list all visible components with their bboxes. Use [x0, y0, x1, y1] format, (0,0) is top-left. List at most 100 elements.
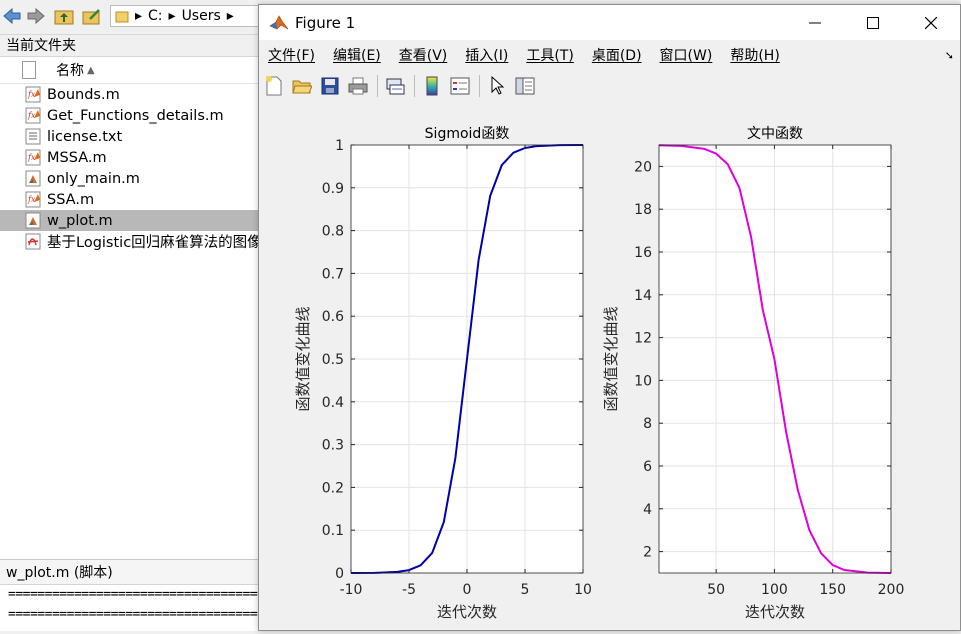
details-header: w_plot.m (脚本) [0, 559, 260, 585]
y-tick-label: 0.7 [322, 266, 344, 282]
dock-arrow-icon[interactable]: ➘ [945, 49, 954, 62]
path-segment[interactable]: C: [148, 8, 163, 24]
file-name: Bounds.m [47, 86, 120, 103]
save-icon[interactable] [319, 75, 341, 97]
legend-icon[interactable] [449, 75, 471, 97]
y-tick-label: 0.2 [322, 480, 344, 496]
y-tick-label: 10 [634, 373, 652, 389]
address-bar[interactable]: ▸ C: ▸ Users ▸ [110, 5, 270, 27]
x-tick-label: 0 [463, 582, 472, 598]
path-separator-icon: ▸ [226, 8, 234, 24]
figure-title-bar[interactable]: Figure 1 [259, 5, 960, 40]
details-line: ==================================== [8, 587, 260, 602]
name-column-header[interactable]: 名称 ▲ [0, 57, 260, 84]
menu-desktop[interactable]: 桌面(D) [592, 45, 642, 65]
file-name: SSA.m [47, 191, 95, 208]
forward-arrow-icon[interactable] [26, 6, 46, 26]
file-row[interactable]: only_main.m [0, 168, 260, 189]
path-segment[interactable]: Users [182, 8, 221, 24]
toolbar-separator [377, 75, 378, 97]
sort-ascending-icon: ▲ [87, 64, 95, 76]
svg-text:fx: fx [27, 153, 36, 162]
y-tick-label: 4 [643, 502, 652, 518]
y-tick-label: 1 [335, 138, 344, 154]
y-tick-label: 12 [634, 331, 652, 347]
x-tick-label: 5 [521, 582, 530, 598]
file-name: Get_Functions_details.m [47, 107, 224, 124]
x-axis-label: 迭代次数 [745, 603, 805, 621]
axes-2[interactable]: 50 100 150 200 2 4 6 8 10 12 14 16 18 20 文中函数迭代次数 函数值变化… [602, 126, 904, 621]
file-row[interactable]: license.txt [0, 126, 260, 147]
menu-edit[interactable]: 编辑(E) [333, 45, 381, 65]
menu-view[interactable]: 查看(V) [399, 45, 448, 65]
y-tick-label: 0.1 [322, 523, 344, 539]
y-tick-label: 0.8 [322, 224, 344, 240]
folder-icon [115, 11, 129, 23]
menu-tools[interactable]: 工具(T) [526, 45, 573, 65]
chart-title: Sigmoid函数 [425, 126, 510, 142]
file-row[interactable]: 基于Logistic回归麻雀算法的图像 [0, 231, 260, 252]
script-file-icon [25, 170, 41, 187]
plots-canvas: -10 -5 0 5 1000.10.20.30.40.50.60.70.80.91Si… [294, 126, 904, 621]
y-axis-label: 函数值变化曲线 [602, 306, 620, 411]
function-file-icon: fx [25, 107, 41, 124]
svg-text:fx: fx [27, 90, 36, 99]
menu-window[interactable]: 窗口(W) [660, 45, 713, 65]
file-type-column-icon [22, 61, 36, 79]
file-row[interactable]: fx Get_Functions_details.m [0, 105, 260, 126]
y-tick-label: 0.5 [322, 352, 344, 368]
file-row[interactable]: fx Bounds.m [0, 84, 260, 105]
toolbar-separator [479, 75, 480, 97]
file-name: 基于Logistic回归麻雀算法的图像 [47, 235, 260, 251]
script-file-icon [25, 212, 41, 229]
name-column-label: 名称 [56, 63, 84, 79]
plot-area: -10 -5 0 5 10 0 0.1 0.2 0.3 0.4 0.5 0.6 0.7 0.8 0.9 1 Si… [259, 102, 960, 630]
x-tick-label: 10 [574, 582, 592, 598]
property-editor-icon[interactable] [514, 75, 536, 97]
pointer-icon[interactable] [486, 75, 508, 97]
y-tick-label: 0.4 [322, 395, 344, 411]
close-button[interactable] [902, 5, 960, 40]
open-file-icon[interactable] [291, 75, 313, 97]
file-row[interactable]: fx SSA.m [0, 189, 260, 210]
x-tick-label: -5 [402, 582, 416, 598]
y-tick-label: 18 [634, 202, 652, 218]
details-panel: ==================================== ===… [0, 585, 260, 631]
link-plot-icon[interactable] [384, 75, 406, 97]
x-tick-label: 200 [878, 582, 905, 598]
minimize-button[interactable] [786, 5, 844, 40]
x-tick-label: 150 [819, 582, 846, 598]
menu-insert[interactable]: 插入(I) [465, 45, 508, 65]
y-tick-label: 8 [643, 416, 652, 432]
file-row[interactable]: w_plot.m [0, 210, 260, 231]
print-icon[interactable] [347, 75, 369, 97]
file-name: license.txt [47, 128, 123, 145]
figure-toolbar [259, 70, 960, 103]
file-name: w_plot.m [47, 212, 113, 229]
menu-bar: 文件(F) 编辑(E) 查看(V) 插入(I) 工具(T) 桌面(D) 窗口(W… [259, 40, 960, 70]
menu-help[interactable]: 帮助(H) [730, 45, 779, 65]
text-file-icon [25, 128, 41, 145]
maximize-button[interactable] [844, 5, 902, 40]
y-tick-label: 16 [634, 245, 652, 261]
toolbar-separator [414, 75, 415, 97]
file-row[interactable]: fx MSSA.m [0, 147, 260, 168]
y-tick-label: 6 [643, 459, 652, 475]
figure-window: Figure 1 文件(F) 编辑(E) 查看(V) 插入(I) 工具(T) 桌… [258, 4, 961, 631]
browse-folder-icon[interactable] [82, 6, 102, 26]
y-tick-label: 0 [335, 566, 344, 582]
file-list-panel: 名称 ▲ fx Bounds.m fx Get_Functions_details.m… [0, 56, 260, 559]
new-figure-icon[interactable] [263, 75, 285, 97]
menu-file[interactable]: 文件(F) [268, 45, 315, 65]
axes-1[interactable]: -10 -5 0 5 10 0 0.1 0.2 0.3 0.4 0.5 0.6 0.7 0.8 0.9 1 Si… [294, 126, 592, 621]
y-tick-label: 0.6 [322, 309, 344, 325]
figure-title: Figure 1 [295, 13, 356, 32]
matlab-logo-icon [269, 12, 289, 33]
x-tick-label: 50 [707, 582, 725, 598]
function-file-icon: fx [25, 191, 41, 208]
y-tick-label: 20 [634, 159, 652, 175]
up-folder-icon[interactable] [54, 6, 74, 26]
svg-text:fx: fx [27, 195, 36, 204]
back-arrow-icon[interactable] [2, 6, 22, 26]
colorbar-icon[interactable] [421, 75, 443, 97]
